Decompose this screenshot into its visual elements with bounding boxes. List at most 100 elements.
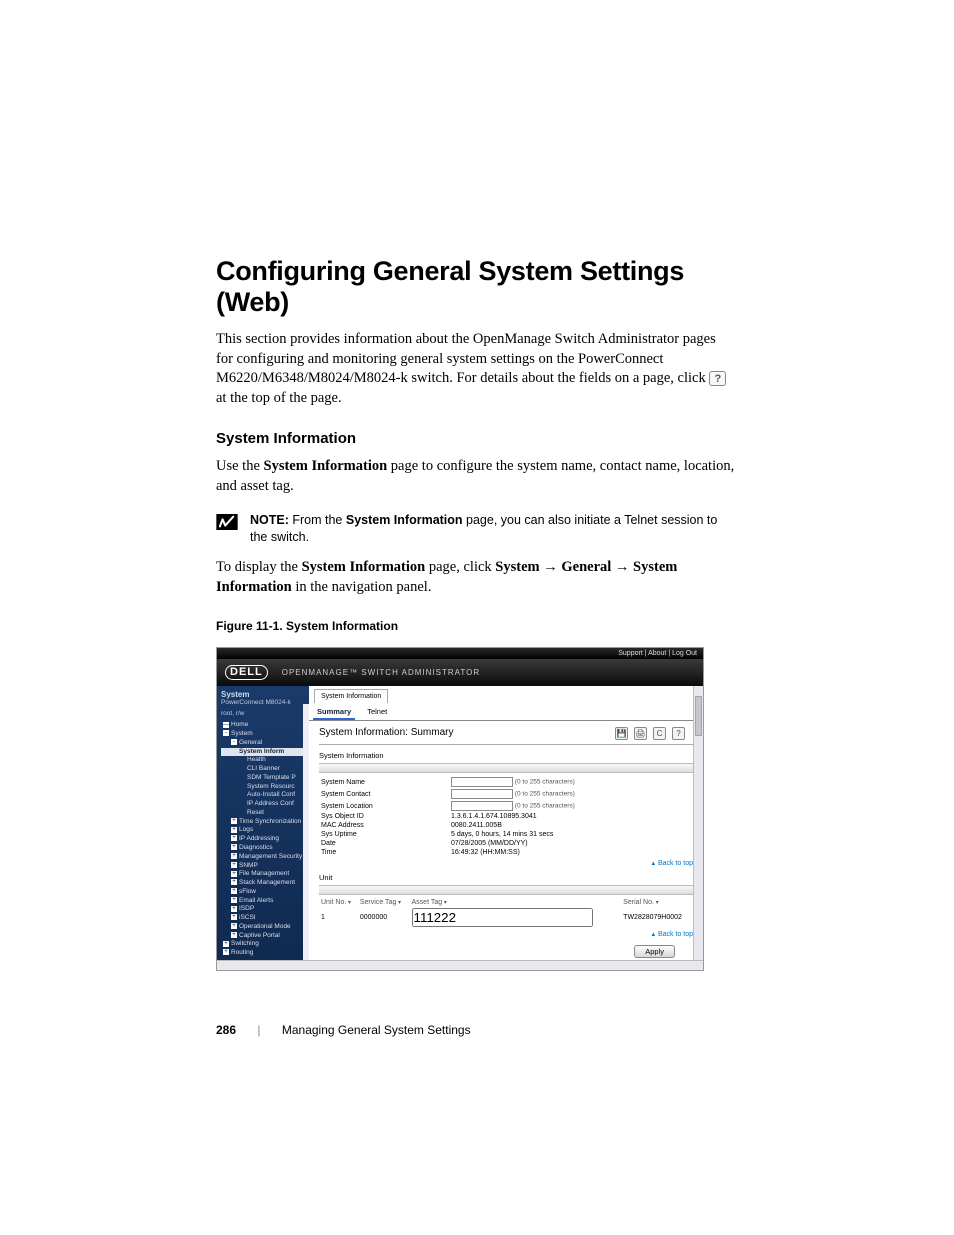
field-hint: (0 to 255 characters) [513,779,575,786]
nav-item[interactable]: SDM Template P [221,774,305,783]
col-service-tag[interactable]: Service Tag [358,898,410,907]
nav-item[interactable]: Reset [221,809,305,818]
tree-expand-icon[interactable]: + [231,844,237,850]
nav-item[interactable]: Auto-Install Conf [221,791,305,800]
tree-expand-icon[interactable]: + [231,932,237,938]
text-input[interactable] [451,801,513,811]
nav-item[interactable]: +Routing [221,949,305,958]
tree-expand-icon[interactable]: + [231,923,237,929]
nav-item[interactable]: +File Management [221,870,305,879]
nav-item[interactable]: +SNMP [221,862,305,871]
tree-expand-icon[interactable]: + [231,888,237,894]
nav-item[interactable]: +Captive Portal [221,932,305,941]
nav-item[interactable]: -System [221,730,305,739]
field-value: 0080.2411.005B [449,821,693,830]
nav-item-label: System Inform [239,748,284,755]
col-asset-tag[interactable]: Asset Tag [410,898,622,907]
screenshot-top-links[interactable]: Support | About | Log Out [217,648,703,659]
field-label: System Name [319,776,449,788]
tree-expand-icon[interactable]: + [231,853,237,859]
nav-item-label: ISDP [239,905,254,912]
field-label: System Location [319,800,449,812]
asset-tag-input[interactable] [412,908,593,927]
field-value: 1.3.6.1.4.1.674.10895.3041 [449,812,693,821]
nav-item[interactable]: +Time Synchronization [221,818,305,827]
nav-item[interactable]: CLI Banner [221,765,305,774]
breadcrumb-tab[interactable]: System Information [314,689,388,703]
tree-expand-icon[interactable]: + [231,818,237,824]
nav-item[interactable]: +Diagnostics [221,844,305,853]
section-title-unit: Unit [319,873,693,882]
tab-summary[interactable]: Summary [313,705,355,720]
nav-item[interactable]: +Switching [221,940,305,949]
nav-item-label: Health [247,756,266,763]
horizontal-scrollbar[interactable] [217,960,703,970]
nav-item[interactable]: +Operational Mode [221,923,305,932]
nav-item-label: Stack Management [239,879,295,886]
note-text: NOTE: From the System Information page, … [250,512,736,546]
tree-expand-icon[interactable]: - [231,739,237,745]
refresh-icon[interactable]: C [653,727,666,740]
tree-expand-icon[interactable]: + [223,941,229,947]
apply-button[interactable]: Apply [634,945,675,958]
nav-item[interactable]: +Management Security [221,853,305,862]
table-row: System Location (0 to 255 characters) [319,800,693,812]
nav-item-label: iSCSI [239,914,256,921]
nav-tree[interactable]: —Home-System-GeneralSystem InformHealthC… [221,721,305,958]
nav-item[interactable]: +ISDP [221,905,305,914]
nav-item-label: Logs [239,826,253,833]
nav-item[interactable]: —Home [221,721,305,730]
table-row: Sys Uptime5 days, 0 hours, 14 mins 31 se… [319,830,693,839]
unit-no-value: 1 [319,907,358,928]
tree-expand-icon[interactable]: — [223,722,229,728]
nav-item[interactable]: Health [221,756,305,765]
nav-item-label: Management Security [239,853,302,860]
text-input[interactable] [451,789,513,799]
back-to-top-link-2[interactable]: Back to top [319,931,693,938]
tree-expand-icon[interactable]: + [231,914,237,920]
nav-item[interactable]: +iSCSI [221,914,305,923]
dell-logo: DELL [225,665,268,680]
tree-expand-icon[interactable]: - [223,730,229,736]
tree-expand-icon[interactable]: + [223,949,229,955]
col-unit-no[interactable]: Unit No. [319,898,358,907]
tree-expand-icon[interactable]: + [231,827,237,833]
nav-item[interactable]: +Stack Management [221,879,305,888]
content-vertical-scrollbar[interactable] [693,686,703,960]
nav-item[interactable]: +IP Addressing [221,835,305,844]
print-icon[interactable]: 🖨 [634,727,647,740]
nav-item[interactable]: +Logs [221,826,305,835]
page-footer: 286 | Managing General System Settings [216,1023,736,1037]
col-serial-no[interactable]: Serial No. [621,898,693,907]
tree-expand-icon[interactable]: + [231,862,237,868]
nav-item[interactable]: +sFlow [221,888,305,897]
tree-expand-icon[interactable]: + [231,871,237,877]
help-button-icon[interactable]: ? [672,727,685,740]
nav-item[interactable]: IP Address Conf [221,800,305,809]
nav-item[interactable]: -General [221,739,305,748]
table-row: MAC Address0080.2411.005B [319,821,693,830]
tree-expand-icon[interactable]: + [231,897,237,903]
tree-expand-icon[interactable]: + [231,835,237,841]
note-block: NOTE: From the System Information page, … [216,512,736,546]
nav-item[interactable]: +Email Alerts [221,897,305,906]
nav-item-label: General [239,739,262,746]
figure-caption: Figure 11-1. System Information [216,619,736,633]
text-input[interactable] [451,777,513,787]
tab-telnet[interactable]: Telnet [363,705,391,720]
toolbar: 💾 🖨 C ? [615,727,685,740]
back-to-top-link-1[interactable]: Back to top [319,860,693,867]
field-value: 5 days, 0 hours, 14 mins 31 secs [449,830,693,839]
display-instructions: To display the System Information page, … [216,558,736,597]
nav-item-label: Time Synchronization [239,818,301,825]
tree-expand-icon[interactable]: + [231,906,237,912]
tabs-row: Summary Telnet [309,703,703,721]
save-icon[interactable]: 💾 [615,727,628,740]
nav-item[interactable]: System Inform [221,748,305,757]
content-pane: System Information Summary Telnet 💾 🖨 C … [309,686,703,960]
nav-item-label: Routing [231,949,253,956]
nav-item[interactable]: System Resourc [221,783,305,792]
table-row: Date07/28/2005 (MM/DD/YY) [319,839,693,848]
nav-sidebar[interactable]: System PowerConnect M8024-k root, r/w —H… [217,686,309,960]
tree-expand-icon[interactable]: + [231,879,237,885]
